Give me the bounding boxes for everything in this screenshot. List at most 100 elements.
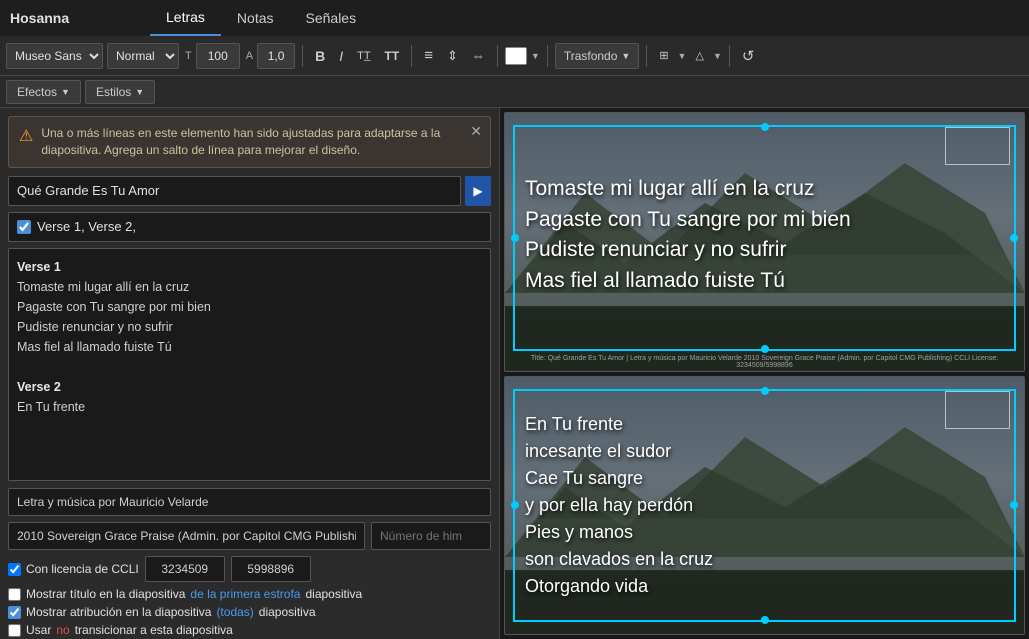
slide2-line3: Cae Tu sangre bbox=[525, 465, 713, 492]
tab-letras[interactable]: Letras bbox=[150, 0, 221, 36]
slide1-text-container: Tomaste mi lugar allí en la cruz Pagaste… bbox=[525, 139, 934, 332]
estilos-dropdown-icon: ▼ bbox=[135, 87, 144, 97]
song-title-row: ▶ bbox=[8, 176, 491, 206]
fit1-dropdown-icon[interactable]: ▼ bbox=[678, 51, 687, 61]
warning-close-button[interactable]: ✕ bbox=[470, 123, 482, 140]
lyrics-area[interactable]: Verse 1 Tomaste mi lugar allí en la cruz… bbox=[8, 248, 491, 481]
slide1-line4: Mas fiel al llamado fuiste Tú bbox=[525, 266, 851, 296]
show-title-checkbox[interactable] bbox=[8, 588, 21, 601]
transition-no-text[interactable]: no bbox=[56, 623, 69, 637]
verse1-title: Verse 1 bbox=[17, 260, 61, 274]
efectos-dropdown-icon: ▼ bbox=[61, 87, 70, 97]
sep3 bbox=[497, 45, 498, 67]
tab-senales[interactable]: Señales bbox=[290, 0, 373, 36]
show-attribution-link[interactable]: (todas) bbox=[216, 605, 253, 619]
tt2-button[interactable]: TT bbox=[380, 43, 405, 69]
spacing1-button[interactable]: ⇕ bbox=[442, 43, 463, 69]
transition-row: Usar no transicionar a esta diapositiva bbox=[8, 623, 491, 637]
slide2-preview[interactable]: En Tu frente incesante el sudor Cae Tu s… bbox=[504, 376, 1025, 636]
verses-checkbox[interactable] bbox=[17, 220, 31, 234]
top-nav: Hosanna Letras Notas Señales bbox=[0, 0, 1029, 36]
show-attribution-row: Mostrar atribución en la diapositiva (to… bbox=[8, 605, 491, 619]
efectos-button[interactable]: Efectos ▼ bbox=[6, 80, 81, 104]
estilos-label: Estilos bbox=[96, 85, 131, 99]
show-title-link[interactable]: de la primera estrofa bbox=[190, 587, 300, 601]
slide2-line4: y por ella hay perdón bbox=[525, 492, 713, 519]
line-height-input[interactable] bbox=[257, 43, 295, 69]
slide2-line2: incesante el sudor bbox=[525, 438, 713, 465]
font-size-icon: T bbox=[185, 50, 192, 62]
font-family-select[interactable]: Museo Sans bbox=[6, 43, 103, 69]
show-title-label: Mostrar título en la diapositiva bbox=[26, 587, 185, 601]
ccli-row: Con licencia de CCLI bbox=[8, 556, 491, 582]
sep4 bbox=[547, 45, 548, 67]
verses-checkbox-label[interactable]: Verse 1, Verse 2, bbox=[8, 212, 491, 242]
fit2-dropdown-icon[interactable]: ▼ bbox=[713, 51, 722, 61]
slide2-line7: Otorgando vida bbox=[525, 573, 713, 600]
main-toolbar: Museo Sans Normal T A B I TT̲ TT ≡ ⇕ ⇔ ▼… bbox=[0, 36, 1029, 76]
tab-notas[interactable]: Notas bbox=[221, 0, 290, 36]
slide1-small-box bbox=[945, 127, 1010, 165]
tt1-button[interactable]: TT̲ bbox=[352, 43, 375, 69]
trasfondo-arrow-icon: ▼ bbox=[621, 51, 630, 61]
slide1-line2: Pagaste con Tu sangre por mi bien bbox=[525, 205, 851, 235]
show-attribution-checkbox[interactable] bbox=[8, 606, 21, 619]
transition-label: Usar bbox=[26, 623, 51, 637]
slide2-line5: Pies y manos bbox=[525, 519, 713, 546]
sep5 bbox=[646, 45, 647, 67]
slide1-copyright: Title: Qué Grande Es Tu Amor | Letra y m… bbox=[505, 355, 1024, 369]
spacing2-button[interactable]: ⇔ bbox=[467, 43, 490, 69]
slide2-line6: son clavados en la cruz bbox=[525, 546, 713, 573]
song-title-input[interactable] bbox=[8, 176, 461, 206]
font-size-input[interactable] bbox=[196, 43, 240, 69]
italic-button[interactable]: I bbox=[334, 43, 348, 69]
show-title-suffix: diapositiva bbox=[305, 587, 362, 601]
align-button[interactable]: ≡ bbox=[419, 43, 438, 69]
fit2-button[interactable]: △ bbox=[690, 43, 708, 69]
ccli-label-text: Con licencia de CCLI bbox=[26, 562, 139, 576]
verse2-title: Verse 2 bbox=[17, 380, 61, 394]
transition-suffix: transicionar a esta diapositiva bbox=[75, 623, 233, 637]
ccli-checkbox[interactable] bbox=[8, 563, 21, 576]
slide2-small-box bbox=[945, 391, 1010, 429]
slide1-line1: Tomaste mi lugar allí en la cruz bbox=[525, 174, 851, 204]
song-next-button[interactable]: ▶ bbox=[465, 176, 491, 206]
ccli-number1-input[interactable] bbox=[145, 556, 225, 582]
slide2-text-container: En Tu frente incesante el sudor Cae Tu s… bbox=[525, 397, 934, 613]
slide1-line3: Pudiste renunciar y no sufrir bbox=[525, 235, 851, 265]
transition-checkbox[interactable] bbox=[8, 624, 21, 637]
fit1-button[interactable]: ⊞ bbox=[654, 43, 673, 69]
verses-row: Verse 1, Verse 2, bbox=[8, 212, 491, 242]
slide1-preview[interactable]: Tomaste mi lugar allí en la cruz Pagaste… bbox=[504, 112, 1025, 372]
warning-icon: ⚠ bbox=[19, 126, 33, 146]
ccli-number2-input[interactable] bbox=[231, 556, 311, 582]
verse1-line3: Pudiste renunciar y no sufrir bbox=[17, 320, 173, 334]
verse2-line1: En Tu frente bbox=[17, 400, 85, 414]
estilos-button[interactable]: Estilos ▼ bbox=[85, 80, 155, 104]
app-title: Hosanna bbox=[10, 10, 150, 26]
undo-button[interactable]: ↺ bbox=[737, 43, 760, 69]
trasfondo-label: Trasfondo bbox=[564, 49, 618, 63]
font-style-select[interactable]: Normal bbox=[107, 43, 179, 69]
ccli-checkbox-label[interactable]: Con licencia de CCLI bbox=[8, 562, 139, 576]
color-dropdown-icon[interactable]: ▼ bbox=[531, 51, 540, 61]
sep1 bbox=[302, 45, 303, 67]
warning-banner: ⚠ Una o más líneas en este elemento han … bbox=[8, 116, 491, 168]
show-attribution-suffix: diapositiva bbox=[259, 605, 316, 619]
trasfondo-button[interactable]: Trasfondo ▼ bbox=[555, 43, 640, 69]
verse1-line4: Mas fiel al llamado fuiste Tú bbox=[17, 340, 172, 354]
color-swatch[interactable] bbox=[505, 47, 527, 65]
slide2-line1: En Tu frente bbox=[525, 411, 713, 438]
hymn-input[interactable] bbox=[371, 522, 491, 550]
efectos-label: Efectos bbox=[17, 85, 57, 99]
verses-label-text: Verse 1, Verse 2, bbox=[37, 219, 136, 234]
author-row bbox=[8, 488, 491, 516]
secondary-toolbar: Efectos ▼ Estilos ▼ bbox=[0, 76, 1029, 108]
author-input[interactable] bbox=[8, 488, 491, 516]
bold-button[interactable]: B bbox=[310, 43, 330, 69]
slide2-lyrics: En Tu frente incesante el sudor Cae Tu s… bbox=[525, 411, 713, 600]
sep2 bbox=[411, 45, 412, 67]
line-height-icon: A bbox=[246, 50, 253, 62]
verse1-line2: Pagaste con Tu sangre por mi bien bbox=[17, 300, 211, 314]
publisher-input[interactable] bbox=[8, 522, 365, 550]
